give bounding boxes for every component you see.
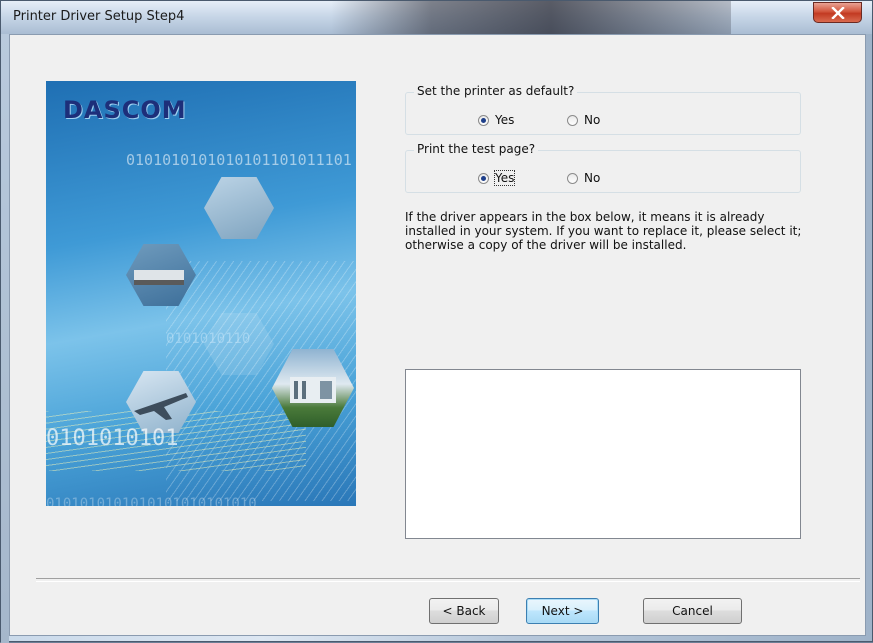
binary-text-top: 0101010101010101101011101 (126, 151, 352, 169)
default-no-radio[interactable]: No (567, 113, 600, 127)
binary-text-bottom: 0101010101010101010101010 (46, 496, 257, 506)
radio-button-checked[interactable] (478, 172, 489, 184)
title-bar-shade (331, 1, 731, 34)
people-hexagon (204, 177, 274, 239)
test-no-radio[interactable]: No (567, 171, 600, 185)
test-page-question: Print the test page? (414, 142, 539, 156)
setup-window: Printer Driver Setup Step4 DASCOM 010101… (0, 0, 873, 643)
close-button[interactable] (813, 2, 862, 23)
driver-info-text: If the driver appears in the box below, … (405, 210, 802, 252)
test-page-group: Print the test page? Yes No (405, 142, 801, 193)
default-yes-radio[interactable]: Yes (478, 113, 514, 127)
radio-button-checked[interactable] (478, 114, 489, 126)
radio-button-unchecked[interactable] (567, 114, 578, 126)
window-title: Printer Driver Setup Step4 (13, 9, 185, 24)
window-frame-left (1, 34, 9, 643)
binary-text-mid: 0101010110 (166, 331, 251, 347)
default-no-label[interactable]: No (584, 113, 600, 127)
cancel-button[interactable]: Cancel (643, 598, 742, 624)
default-yes-label[interactable]: Yes (495, 113, 514, 127)
button-separator (36, 578, 860, 582)
dascom-logo: DASCOM (63, 96, 187, 124)
default-printer-question: Set the printer as default? (414, 84, 578, 98)
test-no-label[interactable]: No (584, 171, 600, 185)
dialog-client-area: DASCOM 0101010101010101101011101 0101010… (9, 34, 866, 636)
dascom-banner-image: DASCOM 0101010101010101101011101 0101010… (46, 81, 356, 506)
installed-drivers-listbox[interactable] (405, 369, 801, 539)
next-button[interactable]: Next > (526, 598, 599, 624)
close-icon (831, 7, 845, 19)
title-bar[interactable]: Printer Driver Setup Step4 (1, 1, 872, 34)
back-button[interactable]: < Back (429, 598, 499, 624)
binary-text-low: 0101010101 (46, 426, 179, 451)
default-printer-group: Set the printer as default? Yes No (405, 84, 801, 135)
test-yes-label[interactable]: Yes (493, 170, 516, 186)
radio-button-unchecked[interactable] (567, 172, 578, 184)
test-yes-radio[interactable]: Yes (478, 170, 516, 186)
